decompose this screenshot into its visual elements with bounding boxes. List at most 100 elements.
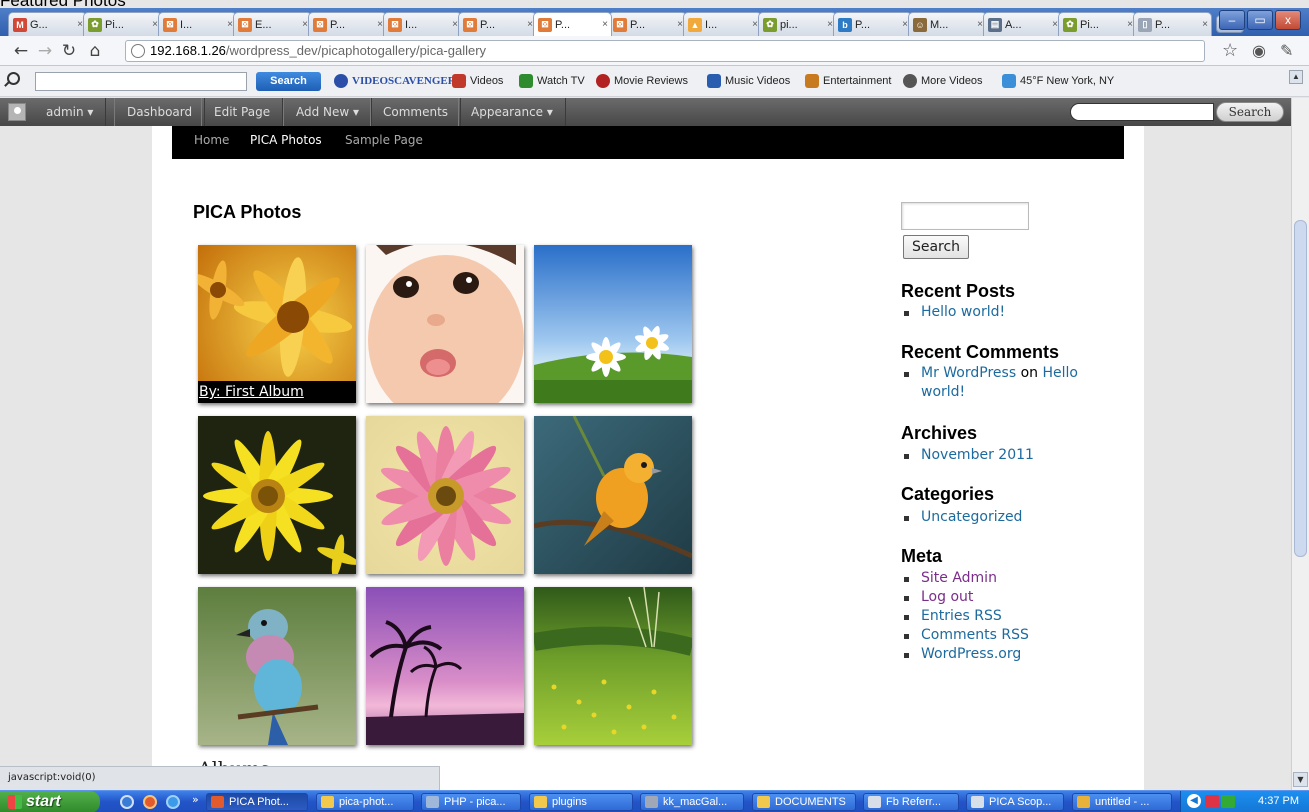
photo-baby-face[interactable] <box>366 245 524 403</box>
tab[interactable]: ▯ P... × <box>1133 12 1212 36</box>
tab[interactable]: ⊠ E... × <box>233 12 312 36</box>
sidebar-search-button[interactable]: Search <box>903 235 969 259</box>
photo-lilac-roller-bird[interactable] <box>198 587 356 745</box>
tray-app-icon[interactable] <box>1205 795 1219 808</box>
tab[interactable]: ✿ pi... × <box>758 12 837 36</box>
meta-heading: Meta <box>901 546 943 566</box>
reload-icon[interactable]: ↻ <box>58 40 80 62</box>
archive-link[interactable]: November 2011 <box>921 447 1034 463</box>
tab[interactable]: ⊠ P... × <box>533 12 612 36</box>
toolbar-videos[interactable]: Videos <box>452 74 503 88</box>
admin-search-button[interactable]: Search <box>1216 102 1284 122</box>
toolbar-search-button[interactable]: Search <box>256 72 321 91</box>
taskbar-button[interactable]: PICA Scop... <box>966 793 1064 811</box>
taskbar-button[interactable]: Fb Referr... <box>863 793 959 811</box>
maximize-button[interactable]: ▭ <box>1247 10 1273 30</box>
toolbar-search-input[interactable] <box>35 72 247 91</box>
admin-menu[interactable]: admin ▾ <box>34 98 107 126</box>
scroll-down-icon[interactable]: ▼ <box>1293 772 1308 787</box>
tab[interactable]: ⊠ P... × <box>308 12 387 36</box>
comment-post-link-continued[interactable]: world! <box>921 384 965 400</box>
appearance-menu[interactable]: Appearance ▾ <box>458 98 566 126</box>
comment-post-link[interactable]: Hello <box>1042 365 1078 381</box>
photo-green-meadow[interactable] <box>534 587 692 745</box>
menu-pica-photos[interactable]: PICA Photos <box>250 133 322 147</box>
menu-sample-page[interactable]: Sample Page <box>345 133 423 147</box>
forward-icon[interactable]: → <box>34 40 56 62</box>
address-bar[interactable]: 192.168.1.26/wordpress_dev/picaphotogall… <box>125 40 1205 62</box>
tab[interactable]: M G... × <box>8 12 87 36</box>
comments-link[interactable]: Comments <box>370 98 462 126</box>
home-icon[interactable]: ⌂ <box>84 40 106 62</box>
photo-orange-gerbera[interactable]: By: First Album <box>198 245 356 403</box>
taskbar-button[interactable]: DOCUMENTS <box>752 793 856 811</box>
toolbar-watch-tv[interactable]: Watch TV <box>519 74 585 88</box>
tab-close-icon[interactable]: × <box>599 19 611 30</box>
tab[interactable]: ▲ I... × <box>683 12 762 36</box>
taskbar-button[interactable]: plugins <box>529 793 633 811</box>
start-button[interactable]: start <box>0 791 100 812</box>
avatar[interactable] <box>8 103 26 121</box>
tab[interactable]: ✿ Pi... × <box>1058 12 1137 36</box>
photo-white-daisies[interactable] <box>534 245 692 403</box>
comments-rss-link[interactable]: Comments RSS <box>921 627 1029 643</box>
tab[interactable]: ⊠ P... × <box>458 12 537 36</box>
category-link[interactable]: Uncategorized <box>921 509 1022 525</box>
toolbar-movie-reviews[interactable]: Movie Reviews <box>596 74 688 88</box>
wordpress-org-link[interactable]: WordPress.org <box>921 646 1021 662</box>
taskbar-button[interactable]: pica-phot... <box>316 793 414 811</box>
tab-close-icon[interactable]: × <box>1199 19 1211 30</box>
tab[interactable]: ✿ Pi... × <box>83 12 162 36</box>
tab[interactable]: ⊠ I... × <box>383 12 462 36</box>
toolbar-more-videos[interactable]: More Videos <box>903 74 983 88</box>
add-new-menu[interactable]: Add New ▾ <box>283 98 373 126</box>
bookmark-star-icon[interactable]: ☆ <box>1222 40 1238 61</box>
toolbar-entertainment[interactable]: Entertainment <box>805 74 891 88</box>
photo-pink-gerbera[interactable] <box>366 416 524 574</box>
tab-title: A... <box>1005 18 1022 31</box>
recent-post-link[interactable]: Hello world! <box>921 304 1005 320</box>
admin-search-input[interactable] <box>1070 103 1214 121</box>
toolbar-music-videos[interactable]: Music Videos <box>707 74 790 88</box>
taskbar-button[interactable]: kk_macGal... <box>640 793 744 811</box>
quicklaunch-chrome-icon[interactable] <box>120 795 134 809</box>
tab-title: P... <box>1155 18 1171 31</box>
toolbar-scroll-up-icon[interactable]: ▲ <box>1289 70 1303 84</box>
comment-author-link[interactable]: Mr WordPress <box>921 365 1016 381</box>
tab[interactable]: ☺ M... × <box>908 12 987 36</box>
quicklaunch-ie-icon[interactable] <box>166 795 180 809</box>
entries-rss-link[interactable]: Entries RSS <box>921 608 1002 624</box>
edit-page-link[interactable]: Edit Page <box>201 98 284 126</box>
back-icon[interactable]: ← <box>10 40 32 62</box>
log-out-link[interactable]: Log out <box>921 589 973 605</box>
taskbar-button[interactable]: untitled - ... <box>1072 793 1172 811</box>
menu-home[interactable]: Home <box>194 133 229 147</box>
photo-yellow-daisy[interactable] <box>198 416 356 574</box>
photo-orange-bird[interactable] <box>534 416 692 574</box>
photo-caption-link[interactable]: By: First Album <box>198 381 356 403</box>
tray-network-icon[interactable] <box>1221 795 1235 808</box>
scrollbar-thumb[interactable] <box>1294 220 1307 557</box>
quicklaunch-more-icon[interactable]: » <box>192 793 199 806</box>
vertical-scrollbar[interactable]: ▼ <box>1291 98 1309 790</box>
page-menu-icon[interactable]: ◉ <box>1252 41 1266 60</box>
toolbar-videoscavenger[interactable]: VIDEOSCAVENGER™ <box>334 74 467 88</box>
tray-expand-icon[interactable]: ◀ <box>1187 794 1201 808</box>
minimize-button[interactable]: – <box>1219 10 1245 30</box>
sidebar-search-input[interactable] <box>901 202 1029 230</box>
close-button[interactable]: x <box>1275 10 1301 30</box>
tab[interactable]: ▤ A... × <box>983 12 1062 36</box>
tab[interactable]: ⊠ P... × <box>608 12 687 36</box>
dashboard-link[interactable]: Dashboard <box>114 98 206 126</box>
quicklaunch-firefox-icon[interactable] <box>143 795 157 809</box>
joomla-icon: ⊠ <box>313 17 327 32</box>
wrench-icon[interactable]: ✎ <box>1280 41 1293 60</box>
photo-palm-sunset[interactable] <box>366 587 524 745</box>
taskbar-button[interactable]: PHP - pica... <box>421 793 521 811</box>
site-admin-link[interactable]: Site Admin <box>921 570 997 586</box>
taskbar-button[interactable]: PICA Phot... <box>206 793 308 811</box>
toolbar-weather[interactable]: 45°F New York, NY <box>1002 74 1114 88</box>
tab[interactable]: b P... × <box>833 12 912 36</box>
tab-title: P... <box>855 18 871 31</box>
tab[interactable]: ⊠ I... × <box>158 12 237 36</box>
